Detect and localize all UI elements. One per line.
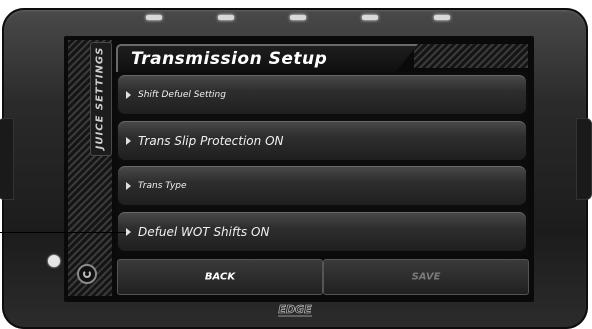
edge-logo: EDGE xyxy=(278,303,312,317)
save-button-label: SAVE xyxy=(411,271,441,283)
menu-item-trans-type[interactable]: Trans Type xyxy=(118,166,526,205)
right-side-tab xyxy=(576,118,592,200)
back-button-label: BACK xyxy=(204,271,236,283)
menu-item-label: Trans Type xyxy=(138,180,187,191)
callout-line xyxy=(0,232,126,233)
status-led-1 xyxy=(146,15,162,20)
status-led-2 xyxy=(218,15,234,20)
power-icon[interactable] xyxy=(77,264,97,284)
menu-item-label: Shift Defuel Setting xyxy=(138,89,226,100)
chevron-right-icon xyxy=(126,181,131,190)
status-led-5 xyxy=(434,15,450,20)
back-button[interactable]: BACK xyxy=(117,259,323,295)
menu-item-label: Trans Slip Protection ON xyxy=(138,133,284,148)
chevron-right-icon xyxy=(126,90,131,99)
left-side-tab xyxy=(0,118,14,200)
ambient-light-sensor xyxy=(48,255,60,267)
save-button[interactable]: SAVE xyxy=(323,259,529,295)
status-led-4 xyxy=(362,15,378,20)
hatch-strip-top-right xyxy=(414,44,528,68)
status-led-3 xyxy=(290,15,306,20)
menu-item-label: Defuel WOT Shifts ON xyxy=(138,224,270,239)
menu-item-defuel-wot-shifts[interactable]: Defuel WOT Shifts ON xyxy=(118,212,526,251)
chevron-right-icon xyxy=(126,227,131,236)
menu-item-trans-slip-protection[interactable]: Trans Slip Protection ON xyxy=(118,121,526,160)
menu-item-shift-defuel-setting[interactable]: Shift Defuel Setting xyxy=(118,75,526,114)
page-title: Transmission Setup xyxy=(131,49,328,69)
juice-settings-label: JUICE SETTINGS xyxy=(94,46,106,150)
chevron-right-icon xyxy=(126,136,131,145)
edge-logo-text: EDGE xyxy=(278,303,312,316)
